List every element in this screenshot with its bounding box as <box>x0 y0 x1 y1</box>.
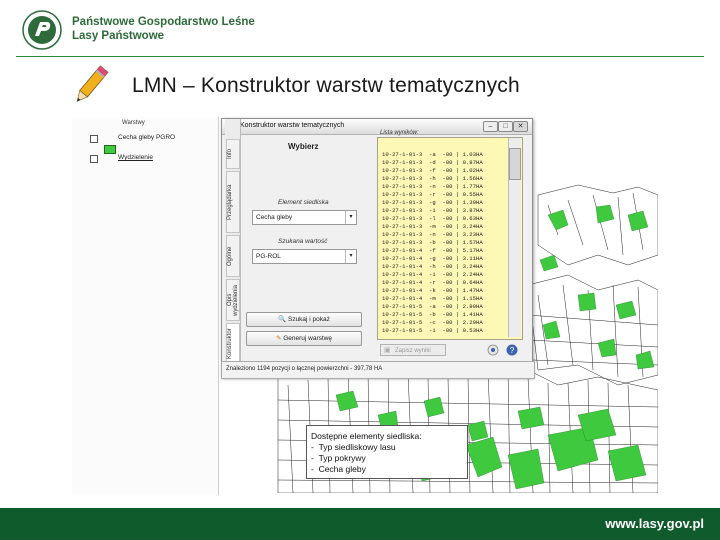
search-show-button[interactable]: 🔍 Szukaj i pokaż <box>246 312 362 327</box>
list-item[interactable]: 10-27-1-01-3 -m -00 | 3.24HA <box>382 223 483 230</box>
tab-browser[interactable]: Przeglądarka <box>226 171 240 233</box>
settings-icon[interactable] <box>487 344 499 356</box>
list-item[interactable]: 10-27-1-01-4 -k -00 | 1.47HA <box>382 287 483 294</box>
element-type-forest: Typ siedliskowy lasu <box>318 442 396 452</box>
layer-checkbox-subdivision[interactable] <box>90 155 98 163</box>
results-list[interactable]: 10-27-1-01-3 -a -00 | 1.03HA 10-27-1-01-… <box>377 137 523 340</box>
element-label: Element siedliska <box>278 199 329 206</box>
list-item[interactable]: 10-27-1-01-5 -b -00 | 1.41HA <box>382 311 483 318</box>
pgl-logo-icon <box>22 10 62 50</box>
list-item[interactable]: 10-27-1-01-3 -f -00 | 1.02HA <box>382 167 483 174</box>
layer-item-subdivision[interactable]: Wydzielenie <box>118 154 153 161</box>
maximize-button[interactable]: □ <box>498 121 513 132</box>
side-tabs: Info Przeglądarka Ogólne Opis wydzieleni… <box>225 119 241 371</box>
footer-url[interactable]: www.lasy.gov.pl <box>605 516 704 531</box>
list-item[interactable]: 10-27-1-01-4 -m -00 | 1.15HA <box>382 295 483 302</box>
list-item: - Typ pokrywy <box>311 453 366 463</box>
list-item[interactable]: 10-27-1-01-4 -i -00 | 2.24HA <box>382 271 483 278</box>
status-bar: Znaleziono 1194 pozycji o łącznej powier… <box>221 361 535 379</box>
org-name-line2: Lasy Państwowe <box>72 30 165 42</box>
list-item[interactable]: 10-27-1-01-3 -b -00 | 1.57HA <box>382 239 483 246</box>
element-type-soil: Cecha gleby <box>318 464 366 474</box>
dialog-title: Konstruktor warstw tematycznych <box>240 122 345 129</box>
value-select-value: PG-ROL <box>256 253 281 260</box>
list-item[interactable]: 10-27-1-01-3 -i -00 | 3.87HA <box>382 207 483 214</box>
list-item[interactable]: 10-27-1-01-3 -n -00 | 3.23HA <box>382 231 483 238</box>
element-select[interactable]: Cecha gleby ▾ <box>252 210 357 225</box>
save-results-button[interactable]: ▣ Zapisz wyniki <box>380 344 446 356</box>
list-item[interactable]: 10-27-1-01-3 -g -00 | 1.30HA <box>382 199 483 206</box>
element-type-cover: Typ pokrywy <box>318 453 366 463</box>
list-item[interactable]: 10-27-1-01-3 -a -00 | 1.03HA <box>382 151 483 158</box>
element-select-value: Cecha gleby <box>256 214 293 221</box>
status-text: Znaleziono 1194 pozycji o łącznej powier… <box>226 366 383 372</box>
layers-panel: Warstwy Cecha gleby PGRO Wydzielenie <box>72 117 219 495</box>
generate-layer-label: Generuj warstwę <box>283 335 333 342</box>
results-title: Lista wyników: <box>380 130 419 136</box>
search-icon: 🔍 <box>278 316 287 323</box>
list-item[interactable]: 10-27-1-01-3 -l -00 | 0.63HA <box>382 215 483 222</box>
close-button[interactable]: ✕ <box>513 121 528 132</box>
generate-layer-button[interactable]: ✎ Generuj warstwę <box>246 331 362 346</box>
pencil-icon <box>76 65 109 102</box>
available-elements-box: Dostępne elementy siedliska: - Typ siedl… <box>306 425 468 479</box>
available-elements-heading: Dostępne elementy siedliska: <box>311 431 422 441</box>
list-item[interactable]: 10-27-1-01-3 -n -00 | 1.77HA <box>382 183 483 190</box>
list-item: - Cecha gleby <box>311 464 366 474</box>
choose-heading: Wybierz <box>288 142 319 151</box>
slide-title: LMN – Konstruktor warstw tematycznych <box>132 74 520 97</box>
minimize-button[interactable]: – <box>483 121 498 132</box>
dialog-titlebar[interactable]: Konstruktor warstw tematycznych – □ ✕ <box>222 119 532 135</box>
help-icon[interactable]: ? <box>506 344 518 356</box>
generate-icon: ✎ <box>275 335 282 342</box>
layer-item-soil[interactable]: Cecha gleby PGRO <box>118 134 175 141</box>
layer-swatch-soil <box>104 145 116 154</box>
list-item[interactable]: 10-27-1-01-5 -c -00 | 2.29HA <box>382 319 483 326</box>
save-icon: ▣ <box>384 347 391 354</box>
list-item[interactable]: 10-27-1-01-4 -r -00 | 0.64HA <box>382 279 483 286</box>
chevron-down-icon: ▾ <box>345 250 356 263</box>
tab-info[interactable]: Info <box>226 139 240 169</box>
list-item[interactable]: 10-27-1-01-3 -r -00 | 0.55HA <box>382 191 483 198</box>
list-item: - Typ siedliskowy lasu <box>311 442 396 452</box>
list-item[interactable]: 10-27-1-01-4 -g -00 | 3.11HA <box>382 255 483 262</box>
list-item[interactable]: 10-27-1-01-5 -i -00 | 0.53HA <box>382 327 483 334</box>
value-select[interactable]: PG-ROL ▾ <box>252 249 357 264</box>
chevron-down-icon: ▾ <box>345 211 356 224</box>
save-results-label: Zapisz wyniki <box>395 348 431 354</box>
layers-panel-title: Warstwy <box>122 120 145 126</box>
org-name-line1: Państwowe Gospodarstwo Leśne <box>72 16 255 28</box>
search-show-label: Szukaj i pokaż <box>287 316 330 323</box>
tab-general[interactable]: Ogólne <box>226 235 240 277</box>
tab-builder[interactable]: Konstruktor <box>226 323 240 365</box>
results-scrollbar-thumb[interactable] <box>509 148 521 180</box>
header-divider <box>16 56 704 57</box>
list-item[interactable]: 10-27-1-01-3 -h -00 | 1.56HA <box>382 175 483 182</box>
list-item[interactable]: 10-27-1-01-4 -h -00 | 3.24HA <box>382 263 483 270</box>
list-item[interactable]: 10-27-1-01-3 -d -00 | 0.87HA <box>382 159 483 166</box>
svg-text:?: ? <box>510 346 515 355</box>
value-label: Szukana wartość <box>278 238 328 245</box>
list-item[interactable]: 10-27-1-01-5 -a -00 | 2.99HA <box>382 303 483 310</box>
list-item[interactable]: 10-27-1-01-4 -f -00 | 5.17HA <box>382 247 483 254</box>
layer-checkbox-soil[interactable] <box>90 135 98 143</box>
tab-description[interactable]: Opis wydzielenia <box>226 279 240 321</box>
